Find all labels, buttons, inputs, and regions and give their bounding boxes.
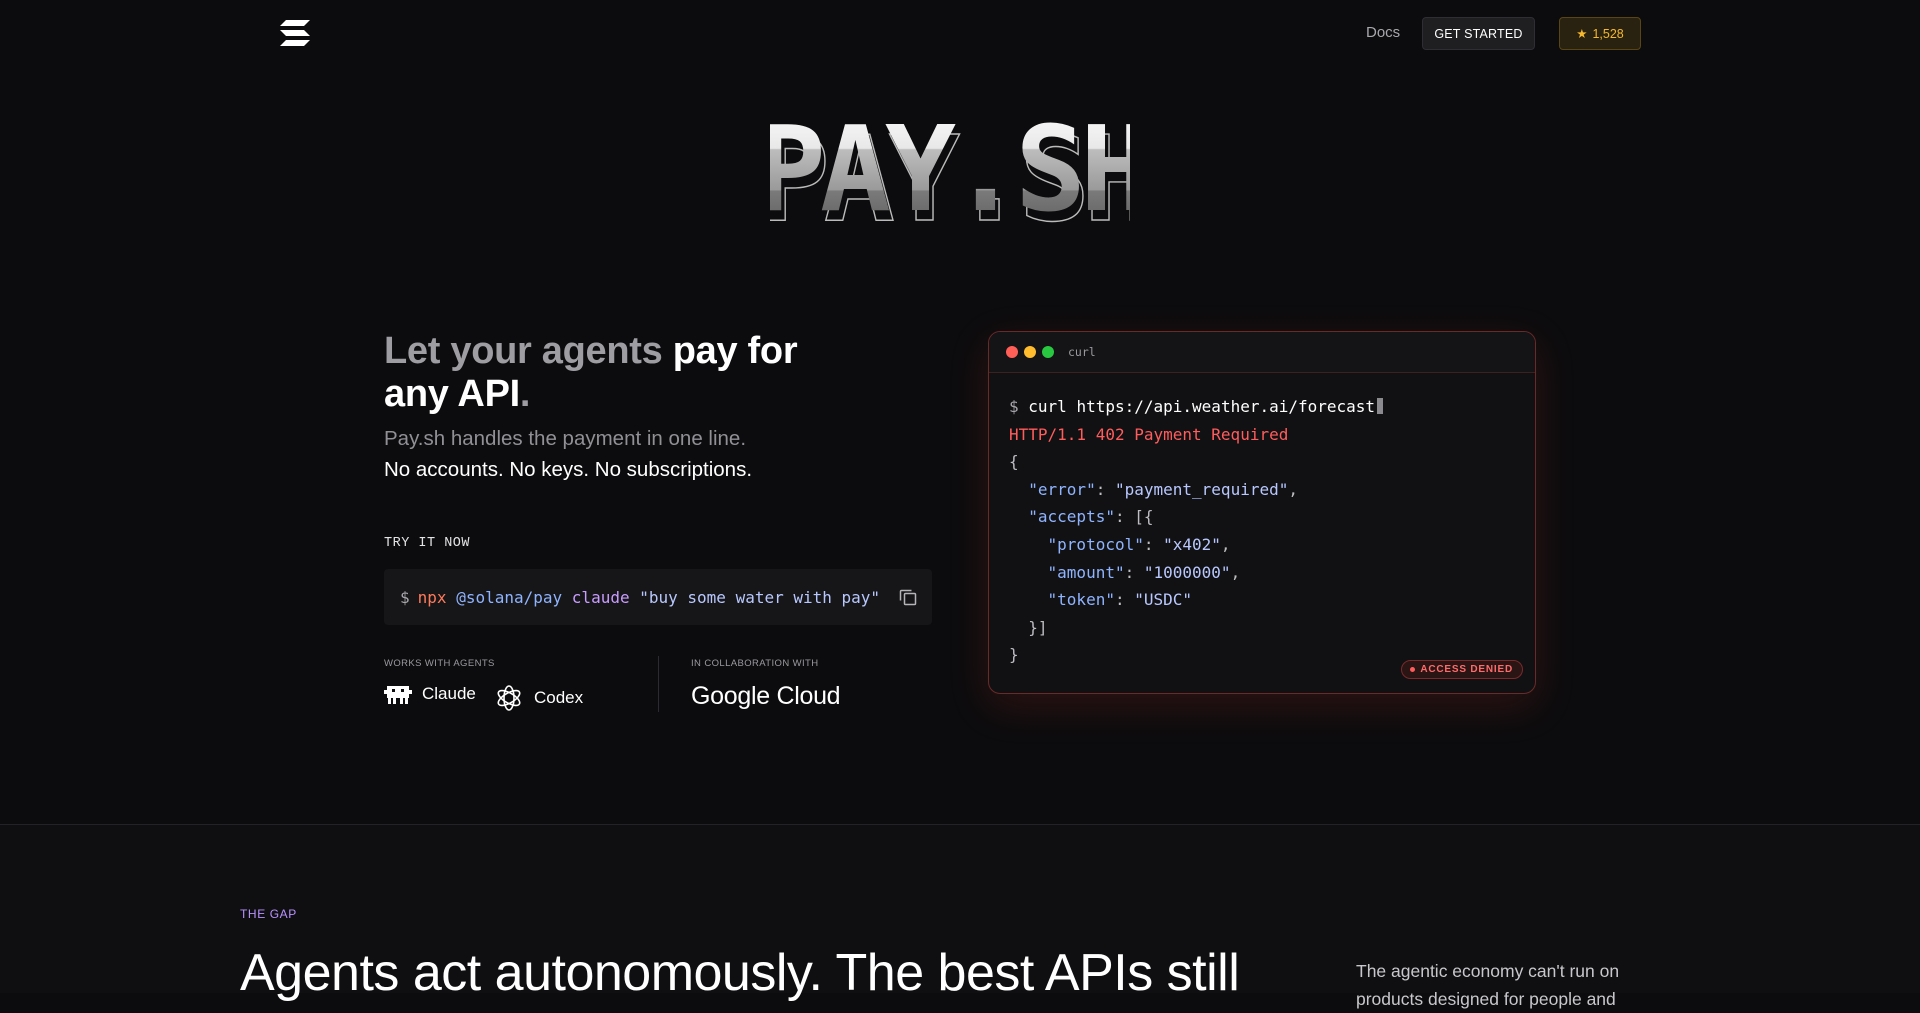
access-denied-badge: ACCESS DENIED [1401,660,1523,679]
github-stars-button[interactable]: ★ 1,528 [1559,17,1641,50]
json-key: "accepts" [1028,507,1115,527]
status-dot-icon [1410,667,1416,672]
section-heading: Agents act autonomously. The best APIs s… [240,944,1240,1002]
maximize-dot-icon[interactable] [1042,346,1054,358]
json-key: "error" [1028,479,1096,499]
divider [658,656,659,712]
collab-label: IN COLLABORATION WITH [691,658,819,669]
terminal-output: $ curl https://api.weather.ai/forecast H… [989,373,1535,689]
terminal-titlebar: curl [989,332,1535,373]
json-open: { [1009,452,1019,472]
stars-count: 1,528 [1592,26,1624,41]
claude-robot-icon [384,686,412,704]
close-dot-icon[interactable] [1006,346,1018,358]
json-val: "USDC" [1134,590,1193,610]
cmd-argument: "buy some water with pay" [639,587,881,607]
works-with-label: WORKS WITH AGENTS [384,658,495,669]
headline-dim: Let your agents [384,330,663,372]
cmd-package: @solana/pay [456,587,563,607]
solana-logo-icon[interactable] [280,20,310,46]
gap-section: THE GAP Agents act autonomously. The bes… [0,824,1920,1009]
term-status: HTTP/1.1 402 Payment Required [1009,424,1289,444]
terminal-title: curl [1068,345,1096,359]
headline-dot: . [519,373,531,415]
agent-codex-label: Codex [534,688,584,707]
hero-headline: Let your agents pay for any API. [384,330,844,416]
copy-icon[interactable] [898,587,918,607]
agent-codex: Codex [494,683,583,713]
command-snippet[interactable]: $ npx @solana/pay claude "buy some water… [384,569,932,625]
star-icon: ★ [1576,27,1588,41]
json-key: "protocol" [1047,534,1144,554]
json-key: "token" [1047,590,1115,610]
badge-label: ACCESS DENIED [1420,664,1513,675]
agent-claude-label: Claude [422,684,476,703]
minimize-dot-icon[interactable] [1024,346,1036,358]
json-val: "1000000" [1143,562,1231,582]
try-it-label: TRY IT NOW [384,536,471,551]
google-cloud-logo: Google Cloud [691,682,841,710]
term-prompt: $ [1009,397,1019,416]
json-val: "x402" [1163,534,1221,554]
brand-title-art: PAY.SH PAY.SH [770,100,1130,232]
section-label: THE GAP [240,907,297,921]
top-nav: Docs GET STARTED ★ 1,528 [0,0,1920,66]
prompt-symbol: $ [400,587,410,607]
term-command: curl https://api.weather.ai/forecast [1028,397,1376,416]
cmd-npx: npx [417,587,447,607]
section-text: The agentic economy can't run on product… [1356,961,1620,1009]
terminal-window: curl $ curl https://api.weather.ai/forec… [988,331,1536,694]
agent-claude: Claude [384,683,476,705]
hero-subtitle: Pay.sh handles the payment in one line. [384,427,747,450]
cursor [1377,398,1384,414]
cmd-agent: claude [571,587,630,607]
json-close-array: }] [1028,617,1048,637]
json-close: } [1009,645,1019,665]
brand-title: PAY.SH [770,100,1130,232]
docs-link[interactable]: Docs [1366,24,1400,41]
openai-icon [497,685,521,711]
json-val: "payment_required" [1114,479,1289,499]
hero-subtitle-2: No accounts. No keys. No subscriptions. [384,458,753,481]
json-key: "amount" [1047,562,1125,582]
get-started-button[interactable]: GET STARTED [1422,17,1535,50]
